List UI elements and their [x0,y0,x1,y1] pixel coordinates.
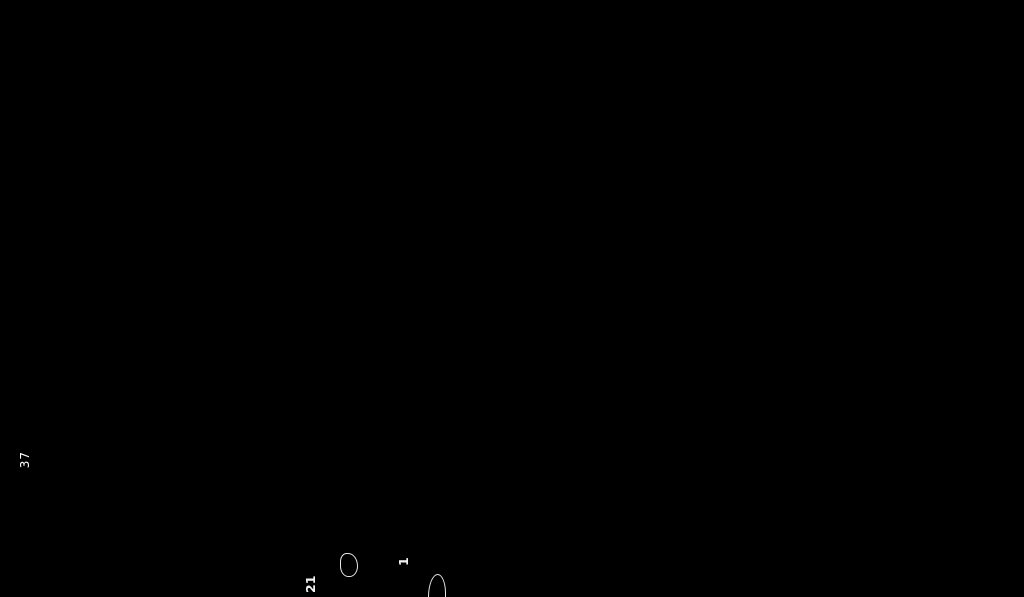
list-item: 2.AURAJOKI [227,520,240,597]
list-item: 1.POHJANPITÄJÄNLAHTI [214,520,227,597]
legend-entry: TYÖRYHMÄN EHDOTUS ON KORJATTU LAUSUNTOJE… [112,450,148,597]
map-island-shape [340,553,358,577]
list-item: 3.SAARISTOMERI 1) [241,520,254,597]
map-marker: 1 [396,557,411,566]
scanned-page: 37 SUUNNITTELU KESKEN TYÖRYHMÄN EHDOTUS … [0,0,1024,597]
legend-entry: SUUNNITTELU KESKEN [22,450,58,597]
map-canvas: 1 2 3 4 5 6 6 7 8 9 10 11 15 16 20 21 25 [300,427,1024,597]
legend-entry: TYÖRYHMÄN EHDOTUS ON LÄHETETTY LAUSUNNOL… [67,450,103,597]
list-item: 5.KISKONJOEN VESISTÖ 2) [281,520,294,597]
map-island-shape [428,574,446,597]
map-legend: SUUNNITTELU KESKEN TYÖRYHMÄN EHDOTUS ON … [22,450,202,597]
legend-entry: KOLLEGIO HYVÄKSYNYT TOIMENPIDESUOSITUKSE… [157,450,193,597]
rotated-sheet: 37 SUUNNITTELU KESKEN TYÖRYHMÄN EHDOTUS … [0,427,1024,597]
map-marker: 21 [303,575,318,593]
list-item: 4.KOKEMÄENJOEN ALAOSA JA PORIN EDUSTAN M… [254,520,281,597]
